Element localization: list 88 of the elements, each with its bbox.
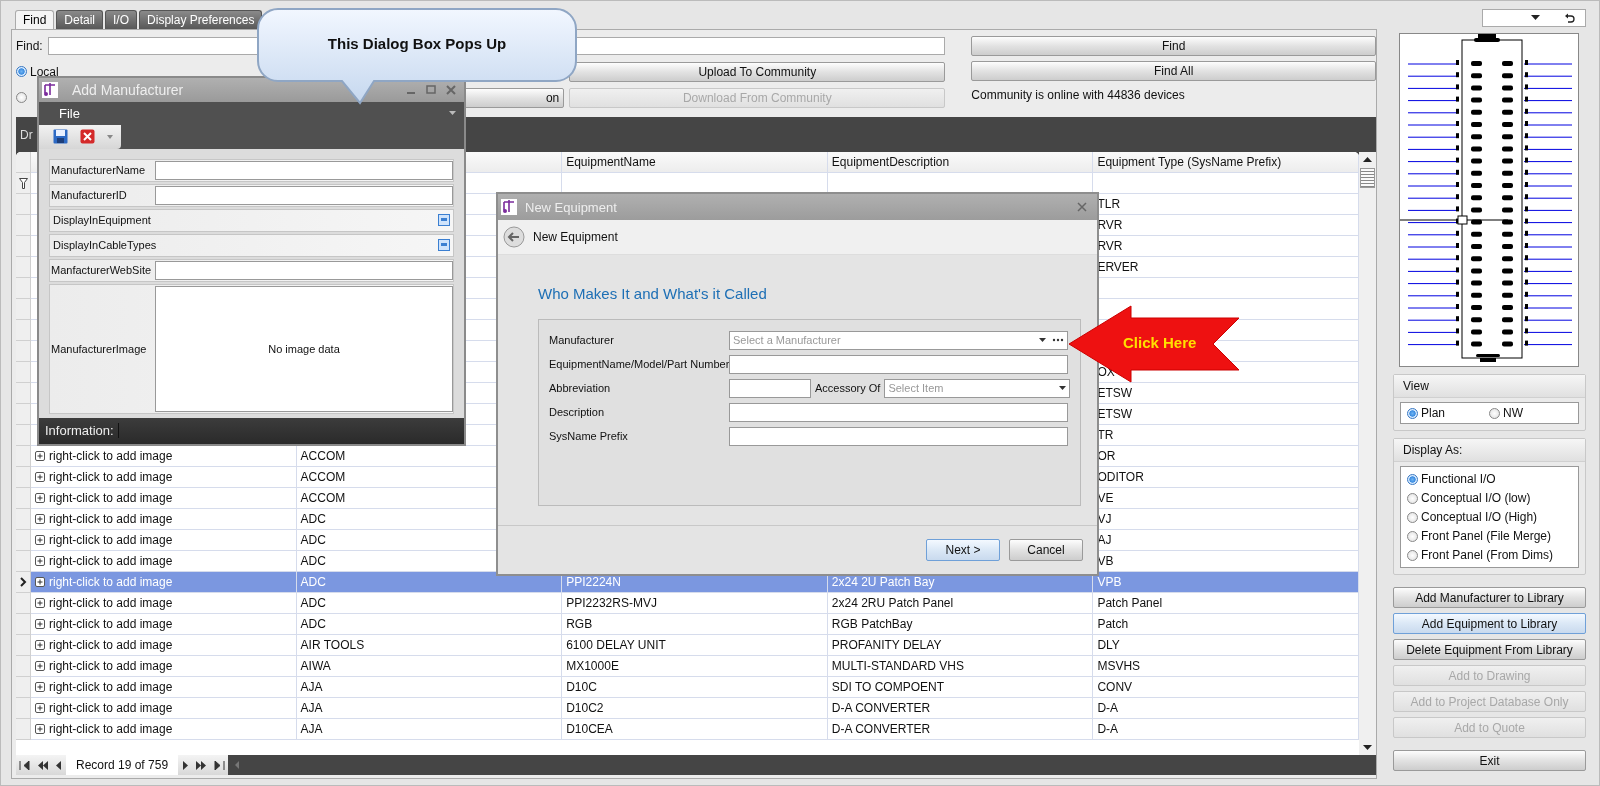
table-cell: D-A bbox=[1097, 722, 1119, 736]
table-cell: right-click to add image bbox=[49, 491, 173, 505]
table-cell: AJA bbox=[300, 701, 323, 715]
group-title: View bbox=[1394, 375, 1585, 398]
table-cell: right-click to add image bbox=[49, 638, 173, 652]
table-cell: Patch Panel bbox=[1097, 596, 1163, 610]
table-cell: MX1000E bbox=[566, 659, 619, 673]
table-cell: ADC bbox=[300, 554, 326, 568]
table-cell: CONV bbox=[1097, 680, 1133, 694]
table-cell: D-A bbox=[1097, 701, 1119, 715]
table-cell: VPB bbox=[1097, 575, 1122, 589]
field-label: ManufacturerName bbox=[50, 164, 147, 177]
table-cell: PPI2224N bbox=[566, 575, 621, 589]
field-label: EquipmentName/Model/Part Number bbox=[549, 358, 729, 370]
radio-label: Local bbox=[30, 64, 59, 79]
table-cell: TLR bbox=[1097, 197, 1121, 211]
record-counter: Record 19 of 759 bbox=[66, 755, 179, 775]
table-cell: PROFANITY DELAY bbox=[831, 638, 942, 652]
table-cell: right-click to add image bbox=[49, 596, 173, 610]
table-cell: D-A CONVERTER bbox=[831, 701, 931, 715]
table-cell: Patch bbox=[1097, 617, 1129, 631]
table-cell: ADC bbox=[300, 533, 326, 547]
table-cell: D10C bbox=[566, 680, 597, 694]
field-label: DisplayInCableTypes bbox=[52, 239, 158, 252]
field-label: Accessory Of bbox=[815, 382, 881, 394]
table-cell: right-click to add image bbox=[49, 512, 173, 526]
radio-label: Front Panel (File Merge) bbox=[1421, 529, 1552, 543]
radio-label: Conceptual I/O (low) bbox=[1421, 491, 1531, 505]
table-cell: 6100 DELAY UNIT bbox=[566, 638, 666, 652]
status-label: Information: bbox=[45, 423, 119, 439]
field-label: DisplayInEquipment bbox=[52, 214, 152, 227]
table-cell: ODITOR bbox=[1097, 470, 1144, 484]
table-cell: ACCOM bbox=[300, 470, 346, 484]
table-cell: ACCOM bbox=[300, 491, 346, 505]
callout-text: This Dialog Box Pops Up bbox=[326, 35, 508, 52]
table-cell: AIR TOOLS bbox=[300, 638, 365, 652]
dialog-title: New Equipment bbox=[525, 199, 618, 215]
table-cell: right-click to add image bbox=[49, 533, 173, 547]
table-cell: ADC bbox=[300, 596, 326, 610]
table-cell: right-click to add image bbox=[49, 470, 173, 484]
table-cell: SDI TO COMPOENT bbox=[831, 680, 945, 694]
table-cell: 2x24 2RU Patch Panel bbox=[831, 596, 954, 610]
table-cell: DLY bbox=[1097, 638, 1120, 652]
field-label: Manufacturer bbox=[549, 334, 615, 346]
table-cell: AIWA bbox=[300, 659, 331, 673]
field-label: ManfacturerWebSite bbox=[50, 264, 153, 277]
table-cell: right-click to add image bbox=[49, 659, 173, 673]
group-panel-hint: Dr bbox=[20, 127, 33, 142]
table-cell: RGB PatchBay bbox=[831, 617, 913, 631]
table-cell: right-click to add image bbox=[49, 722, 173, 736]
radio-label: Plan bbox=[1421, 406, 1446, 420]
table-cell: AJA bbox=[300, 680, 323, 694]
table-cell: right-click to add image bbox=[49, 449, 173, 463]
table-cell: ADC bbox=[300, 575, 326, 589]
page-title: New Equipment bbox=[533, 230, 618, 244]
dialog-title: Add Manufacturer bbox=[72, 82, 185, 99]
field-label: SysName Prefix bbox=[549, 430, 629, 442]
radio-label: Conceptual I/O (High) bbox=[1421, 510, 1538, 524]
table-cell: D10CEA bbox=[566, 722, 613, 736]
step-heading: Who Makes It and What's it Called bbox=[538, 285, 768, 302]
table-cell: right-click to add image bbox=[49, 701, 173, 715]
table-cell: ACCOM bbox=[300, 449, 346, 463]
table-cell: MSVHS bbox=[1097, 659, 1141, 673]
table-cell: right-click to add image bbox=[49, 554, 173, 568]
table-cell: PPI2232RS-MVJ bbox=[566, 596, 657, 610]
field-label: Description bbox=[549, 406, 606, 418]
find-label: Find: bbox=[16, 39, 43, 53]
table-cell: TR bbox=[1097, 428, 1114, 442]
radio-label: NW bbox=[1503, 406, 1523, 420]
table-cell: ADC bbox=[300, 617, 326, 631]
table-cell: right-click to add image bbox=[49, 617, 173, 631]
table-cell: D-A CONVERTER bbox=[831, 722, 931, 736]
table-cell: 2x24 2U Patch Bay bbox=[831, 575, 935, 589]
table-cell: D10C2 bbox=[566, 701, 604, 715]
radio-label: Front Panel (From Dims) bbox=[1421, 548, 1554, 562]
table-cell: AJA bbox=[300, 722, 323, 736]
field-label: ManufacturerImage bbox=[50, 342, 148, 355]
radio-label: Functional I/O bbox=[1421, 472, 1496, 486]
table-cell: RGB bbox=[566, 617, 593, 631]
table-cell: MULTI-STANDARD VHS bbox=[831, 659, 965, 673]
table-cell: right-click to add image bbox=[49, 575, 173, 589]
table-cell: right-click to add image bbox=[49, 680, 173, 694]
group-title: Display As: bbox=[1394, 439, 1585, 462]
field-label: ManufacturerID bbox=[50, 189, 128, 202]
field-label: Abbreviation bbox=[549, 382, 612, 394]
community-status: Community is online with 44836 devices bbox=[971, 88, 1186, 102]
table-cell: ADC bbox=[300, 512, 326, 526]
arrow-label: Click Here bbox=[1123, 334, 1197, 351]
